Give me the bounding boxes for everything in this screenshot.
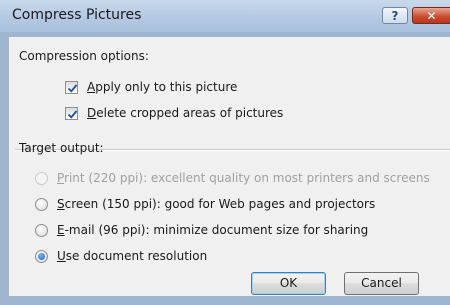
target-output-heading: Target output: xyxy=(19,141,104,155)
compress-pictures-dialog: Compress Pictures ? ✕ Compression option… xyxy=(0,0,450,305)
apply-only-checkbox[interactable] xyxy=(65,81,78,94)
email-radio[interactable] xyxy=(35,224,48,237)
screen-label[interactable]: Screen (150 ppi): good for Web pages and… xyxy=(57,197,375,211)
delete-cropped-label[interactable]: Delete cropped areas of pictures xyxy=(87,106,283,120)
title-bar[interactable]: Compress Pictures ? ✕ xyxy=(0,0,450,32)
document-resolution-label[interactable]: Use document resolution xyxy=(57,249,207,263)
ok-button[interactable]: OK xyxy=(251,272,326,295)
delete-cropped-checkbox[interactable] xyxy=(65,107,78,120)
compression-options-heading: Compression options: xyxy=(19,49,149,63)
email-label[interactable]: E-mail (96 ppi): minimize document size … xyxy=(57,223,368,237)
apply-only-label[interactable]: Apply only to this picture xyxy=(87,80,237,94)
print-label[interactable]: Print (220 ppi): excellent quality on mo… xyxy=(57,171,430,185)
dialog-body: Compression options: Apply only to this … xyxy=(8,36,450,296)
help-button[interactable]: ? xyxy=(382,7,408,24)
check-icon xyxy=(67,84,78,93)
radio-selected-dot xyxy=(38,253,45,260)
close-button[interactable]: ✕ xyxy=(412,7,450,24)
dialog-title: Compress Pictures xyxy=(12,7,142,23)
screen-radio[interactable] xyxy=(35,198,48,211)
print-radio[interactable] xyxy=(35,172,48,185)
document-resolution-radio[interactable] xyxy=(35,250,48,263)
check-icon xyxy=(67,110,78,119)
cancel-button[interactable]: Cancel xyxy=(344,272,419,295)
